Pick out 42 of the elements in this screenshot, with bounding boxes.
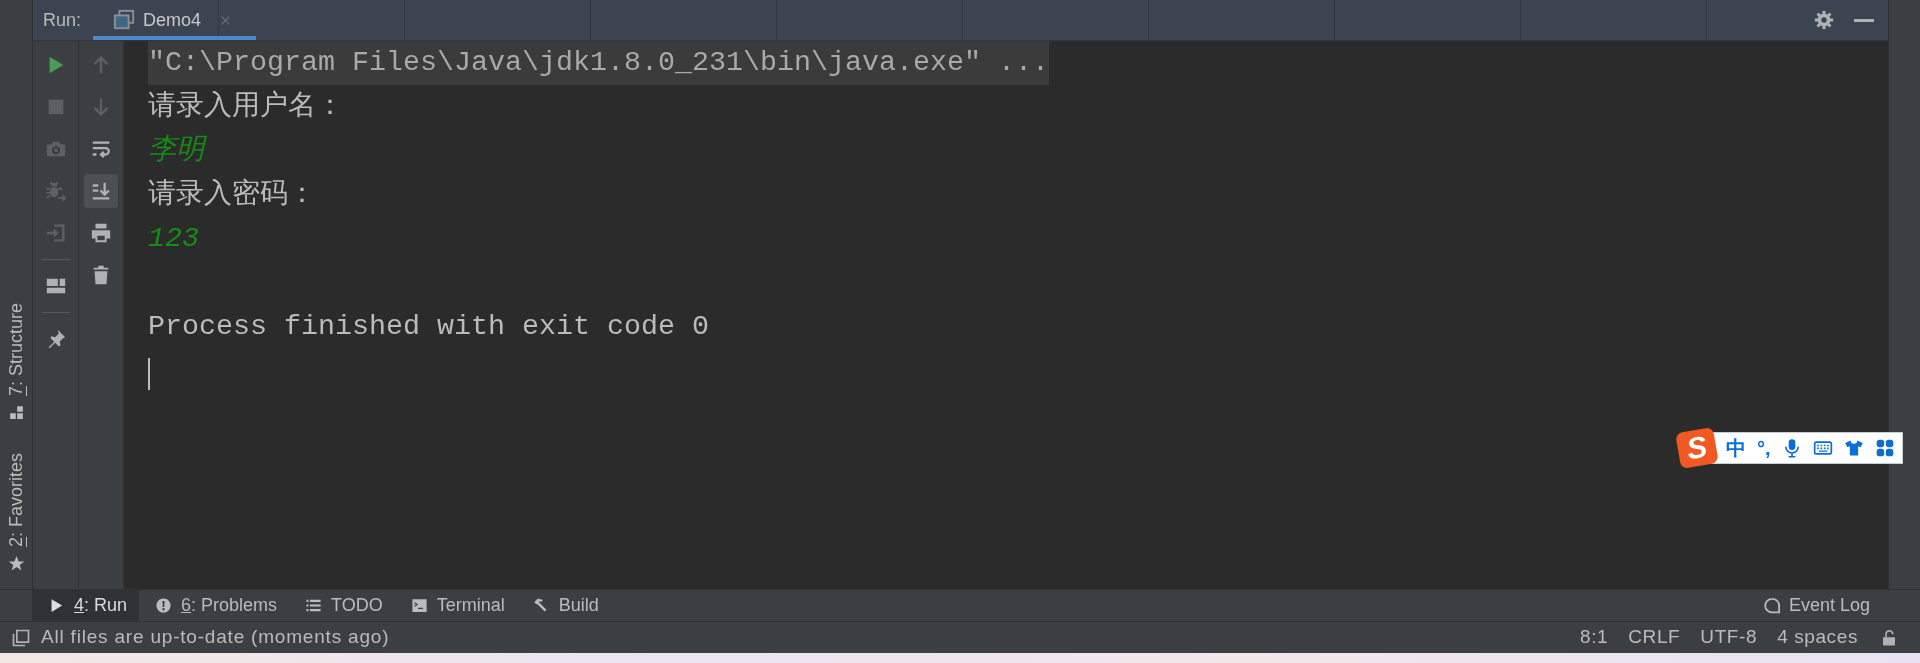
console-output: Process finished with exit code 0 — [148, 309, 709, 345]
shirt-icon[interactable] — [1843, 438, 1864, 458]
entered-text: 123 — [148, 221, 199, 257]
tool-window-tab[interactable]: 6: Problems — [139, 590, 290, 621]
warning-icon — [155, 597, 173, 614]
list-icon — [305, 597, 323, 614]
soft-wrap-icon — [90, 138, 112, 160]
terminal-icon — [410, 597, 428, 614]
arrow-into-box-icon — [44, 222, 67, 244]
panel-title: Run: — [43, 8, 82, 32]
status-widget[interactable]: 4 spaces — [1777, 623, 1858, 652]
structure-icon — [7, 403, 25, 421]
status-widget[interactable]: CRLF — [1628, 623, 1681, 652]
bug-icon — [44, 180, 67, 202]
lock-icon — [1880, 628, 1898, 647]
tool-window-tab[interactable]: Build — [516, 590, 611, 621]
tool-window-tab[interactable]: 4: Run — [32, 590, 140, 621]
tool-window-tab[interactable]: Terminal — [394, 590, 517, 621]
tool-window-tab[interactable]: TODO — [289, 590, 395, 621]
console-output: 请录入用户名： — [148, 89, 344, 125]
scroll-to-end-icon — [90, 180, 112, 202]
window-icon — [113, 9, 136, 31]
speech-bubble-icon — [1762, 596, 1781, 615]
star-icon — [7, 555, 25, 572]
text-cursor — [148, 357, 150, 390]
gear-icon — [1814, 10, 1834, 30]
console-output: 请录入密码： — [148, 177, 316, 213]
status-widget[interactable]: UTF-8 — [1700, 623, 1758, 652]
tool-window-tab[interactable]: 2: Favorites — [0, 448, 32, 576]
stacked-squares-icon — [11, 627, 31, 648]
keyboard-icon[interactable] — [1812, 438, 1833, 458]
punctuation-toggle[interactable]: °, — [1757, 438, 1771, 458]
minimize-icon — [1854, 18, 1874, 22]
status-widget[interactable]: 8:1 — [1580, 623, 1609, 652]
settings-button[interactable] — [1812, 8, 1836, 32]
grid-icon[interactable] — [1874, 438, 1895, 458]
printer-icon — [90, 222, 112, 244]
scroll-to-end-button[interactable] — [84, 174, 118, 208]
event-log-tab[interactable]: Event Log — [1762, 592, 1870, 619]
input-mode-toggle[interactable]: 中 — [1726, 438, 1746, 458]
status-message: All files are up-to-date (moments ago) — [41, 625, 390, 650]
tool-window-tab[interactable]: 7: Structure — [0, 298, 32, 425]
